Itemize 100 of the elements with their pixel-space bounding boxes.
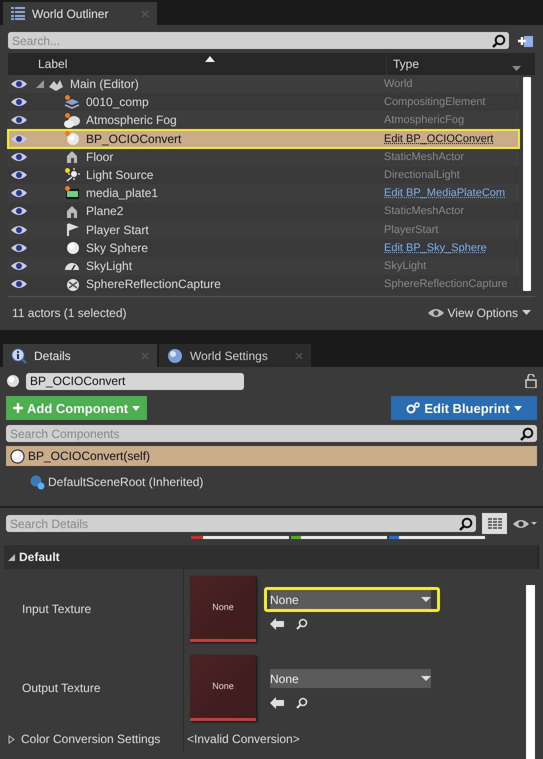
actor-label: Floor: [86, 150, 114, 164]
actor-type: SkyLight: [383, 260, 428, 272]
actor-label: 0010_comp: [86, 95, 149, 110]
actor-label: Player Start: [86, 222, 149, 237]
gears-icon: [406, 402, 420, 414]
component-row[interactable]: BP_OCIOConvert(self): [6, 446, 537, 466]
eye-icon[interactable]: [11, 152, 27, 162]
sphere-icon: [64, 131, 80, 146]
outliner-tab[interactable]: World Outliner: [3, 2, 157, 25]
actor-label: Plane2: [86, 204, 124, 218]
view-options-button[interactable]: View Options: [428, 306, 531, 320]
caret-icon: [514, 406, 522, 411]
caret-icon: [421, 597, 431, 602]
actor-type: SphereReflectionCapture: [383, 278, 509, 290]
property-value: <Invalid Conversion>: [187, 732, 300, 746]
column-header[interactable]: Label: [30, 57, 386, 71]
actor-type: StaticMeshActor: [383, 150, 466, 163]
sphere-icon: [10, 448, 25, 464]
search-field[interactable]: Search Details: [6, 515, 476, 532]
house-icon: [64, 204, 80, 219]
outliner-row[interactable]: Atmospheric Fog AtmosphericFog: [8, 111, 519, 130]
list-icon: [11, 7, 25, 20]
grid-view-button[interactable]: [482, 513, 507, 534]
name-field[interactable]: BP_OCIOConvert: [26, 372, 244, 390]
actor-type: AtmosphericFog: [383, 114, 466, 126]
tab-label: Details: [34, 348, 71, 363]
category-header[interactable]: Default: [4, 545, 539, 570]
actor-type: World: [383, 78, 414, 90]
property-label: Output Texture: [22, 680, 100, 695]
property-label: Input Texture: [22, 602, 92, 616]
sphere-icon: [6, 374, 20, 388]
search-field[interactable]: Search Components: [6, 425, 537, 442]
eye-icon[interactable]: [11, 115, 27, 126]
scrollbar[interactable]: [523, 77, 531, 292]
eye-icon[interactable]: [11, 260, 27, 271]
sun-icon: [64, 168, 80, 183]
actor-type: StaticMeshActor: [383, 205, 466, 218]
eye-icon[interactable]: [11, 188, 27, 198]
padlock-open-icon[interactable]: [525, 374, 537, 388]
info-icon: [11, 348, 27, 364]
outliner-row[interactable]: BP_OCIOConvert Edit BP_OCIOConvert: [8, 130, 519, 148]
actor-label: SkyLight: [86, 258, 132, 273]
eye-icon[interactable]: [11, 224, 27, 235]
texture-thumbnail[interactable]: None: [190, 654, 256, 721]
expand-arrow-icon: [8, 554, 15, 561]
expand-arrow-icon[interactable]: [8, 734, 15, 744]
component-label: BP_OCIOConvert(self): [28, 449, 150, 464]
eye-icon: [428, 308, 444, 318]
expand-arrow-icon[interactable]: [36, 80, 44, 88]
category-label: Default: [19, 550, 60, 564]
eye-icon[interactable]: [11, 79, 27, 90]
component-row[interactable]: DefaultSceneRoot (Inherited): [6, 472, 537, 492]
actor-type: PlayerStart: [383, 224, 440, 236]
actor-label: Sky Sphere: [86, 240, 148, 255]
search-icon[interactable]: [296, 618, 308, 630]
actor-label: media_plate1: [86, 186, 158, 200]
actor-type: DirectionalLight: [383, 169, 461, 182]
actor-label: BP_OCIOConvert: [86, 132, 182, 146]
eye-icon[interactable]: [11, 97, 27, 108]
property-label: Color Conversion Settings: [21, 732, 160, 746]
tab-label: World Settings: [190, 348, 268, 363]
caret-icon: [522, 310, 531, 316]
tab-label: World Outliner: [32, 6, 108, 20]
search-icon: [492, 34, 506, 48]
details-tab[interactable]: World Settings: [159, 344, 311, 368]
sphere-icon: [64, 240, 80, 256]
actor-count: 11 actors (1 selected): [12, 306, 128, 320]
eye-icon[interactable]: [11, 206, 27, 216]
actor-label: SphereReflectionCapture: [86, 277, 221, 292]
eye-icon[interactable]: [11, 242, 27, 253]
component-label: DefaultSceneRoot (Inherited): [48, 475, 204, 490]
edit-link[interactable]: Edit BP_OCIOConvert: [380, 132, 519, 145]
caret-icon: [132, 406, 140, 411]
flag-icon: [64, 222, 80, 238]
back-arrow-icon[interactable]: [270, 618, 284, 630]
asset-dropdown[interactable]: None: [264, 587, 440, 612]
details-tab[interactable]: Details: [3, 344, 157, 368]
sort-arrow-icon: [205, 56, 215, 62]
search-icon: [459, 516, 473, 531]
caret-icon: [512, 66, 521, 71]
actor-label: Main (Editor): [70, 77, 139, 92]
caret-icon: [421, 676, 431, 682]
eye-icon[interactable]: [11, 279, 27, 290]
search-field[interactable]: Search...: [8, 32, 509, 49]
search-icon[interactable]: [296, 697, 308, 710]
back-arrow-icon[interactable]: [270, 697, 284, 710]
edit-link[interactable]: Edit BP_MediaPlateCom: [380, 187, 519, 200]
house-icon: [64, 149, 80, 164]
eye-icon[interactable]: [11, 134, 27, 144]
plus-icon: [13, 403, 23, 414]
search-icon: [520, 426, 534, 441]
texture-thumbnail[interactable]: None: [190, 576, 256, 642]
edit-blueprint-button[interactable]: Edit Blueprint: [391, 396, 537, 420]
actor-label: Atmospheric Fog: [86, 113, 177, 128]
spheres-icon: [30, 474, 45, 490]
scrollbar[interactable]: [526, 585, 535, 759]
eye-icon[interactable]: [11, 170, 27, 180]
edit-link[interactable]: Edit BP_Sky_Sphere: [380, 242, 519, 254]
eye-icon[interactable]: [513, 518, 537, 529]
actor-type: CompositingElement: [383, 96, 486, 108]
